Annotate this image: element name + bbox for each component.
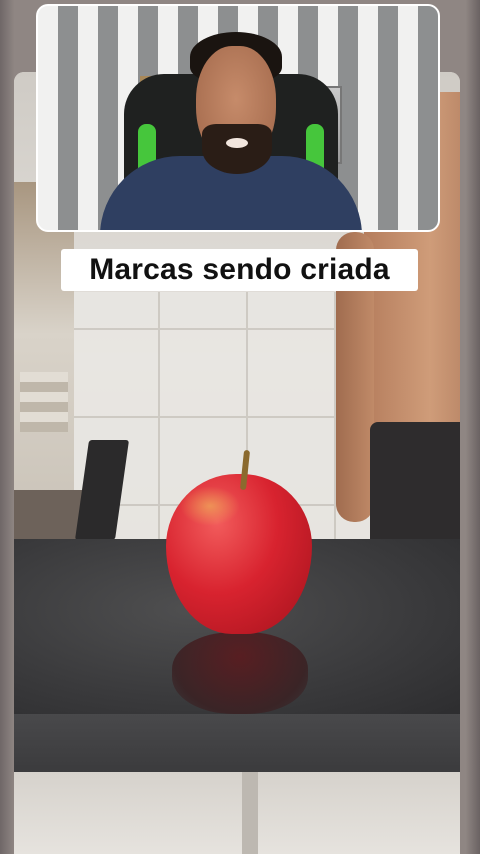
screen-frame: Marcas sendo criada [0,0,480,854]
countertop-edge [14,714,460,772]
reaction-overlay[interactable] [36,4,440,232]
apple-reflection [172,632,308,714]
presenter-beard [202,124,272,174]
counter-cabinet [14,772,460,854]
video-caption: Marcas sendo criada [61,249,418,291]
red-apple [166,474,312,634]
presenter-mouth [226,138,248,148]
